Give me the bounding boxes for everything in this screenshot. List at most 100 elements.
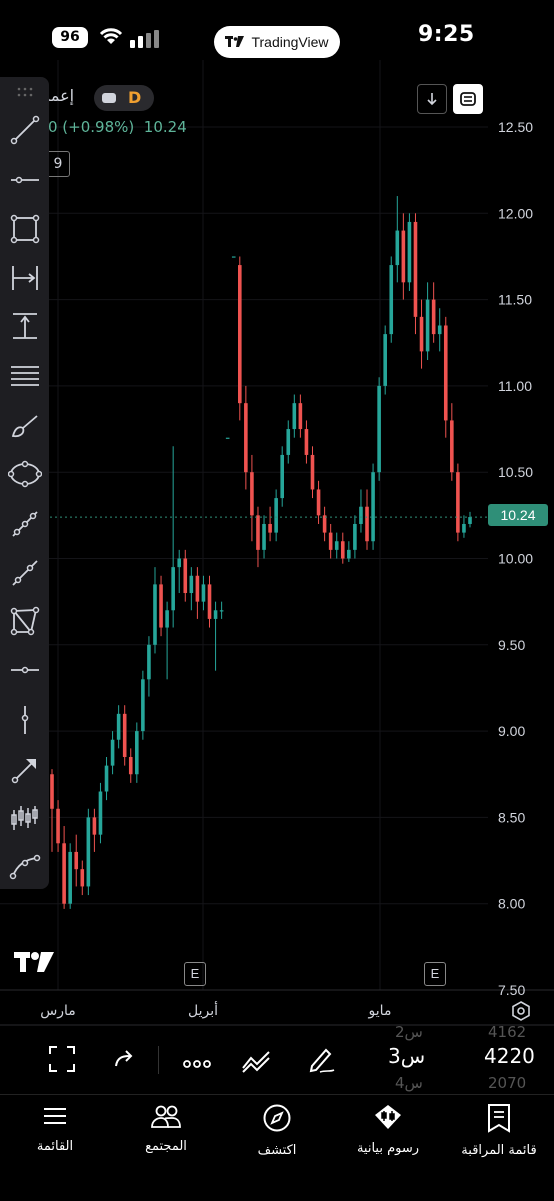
candle-body: [141, 679, 145, 732]
candle-body: [153, 584, 157, 645]
candle-body: [316, 489, 321, 516]
menu-icon: [44, 1108, 66, 1124]
price-tick-label: 9.00: [498, 723, 525, 739]
candle-body: [365, 506, 369, 542]
fullscreen-icon: [460, 92, 476, 106]
candle-body: [244, 403, 248, 473]
candle-body: [128, 756, 133, 775]
price-range-icon[interactable]: [6, 307, 44, 345]
earnings-marker[interactable]: E: [424, 962, 446, 986]
screenshot-button[interactable]: [48, 1045, 76, 1077]
date-range-icon[interactable]: [6, 259, 44, 297]
price-tick-label: 11.00: [498, 378, 532, 394]
candle-body: [189, 575, 194, 594]
date-tick-label: مارس: [40, 1003, 76, 1019]
candle-body: [274, 498, 278, 533]
fullscreen-button[interactable]: [453, 84, 483, 114]
price-tick-label: 7.50: [498, 982, 525, 998]
price-value: 10.24: [143, 118, 187, 136]
scroll-to-latest-button[interactable]: [417, 84, 447, 114]
price-tick-label: 8.50: [498, 809, 525, 825]
more-options-button[interactable]: [182, 1054, 212, 1073]
candle-body: [468, 517, 472, 524]
price-tick-label: 8.00: [498, 896, 525, 912]
candle-body: [116, 713, 121, 740]
candle-body: [304, 429, 309, 455]
change-value: 0 (+0.98%): [48, 118, 135, 136]
candle-body: [419, 316, 424, 352]
candle-body: [80, 869, 85, 887]
candle-body: [377, 385, 381, 473]
nav-menu[interactable]: القائمة: [0, 1103, 110, 1154]
candle-body: [74, 851, 79, 870]
candle-body: [443, 325, 448, 421]
candle-body: [195, 575, 200, 602]
trend-line-icon[interactable]: [6, 111, 44, 149]
parallel-lines-icon[interactable]: [6, 357, 44, 395]
candle-body: [437, 325, 442, 335]
path-icon[interactable]: [6, 505, 44, 543]
candle-body: [225, 437, 230, 439]
nav-watchlist[interactable]: قائمة المراقبة: [444, 1103, 554, 1158]
drawing-tools-button[interactable]: [306, 1044, 336, 1078]
arrow-icon[interactable]: [6, 751, 44, 789]
nav-explore[interactable]: اكتشف: [222, 1103, 332, 1158]
chart-action-bar: 2س 4162 3س 4220 4س 2070: [0, 1023, 554, 1092]
vertical-line-icon[interactable]: [6, 701, 44, 739]
rectangle-icon[interactable]: [6, 210, 44, 248]
interval-option-faded[interactable]: 2س: [395, 1023, 423, 1041]
brush-icon[interactable]: [6, 407, 44, 445]
ray-icon[interactable]: [6, 554, 44, 592]
candle-body: [201, 584, 206, 602]
bars-pattern-icon[interactable]: [6, 799, 44, 837]
candle-body: [322, 515, 327, 533]
nav-community[interactable]: المجتمع: [111, 1103, 221, 1154]
nav-label: المجتمع: [145, 1139, 187, 1154]
legend-collapse-box[interactable]: 9: [46, 151, 70, 177]
nav-label: رسوم بيانية: [356, 1141, 420, 1156]
interval-option-faded[interactable]: 4س: [395, 1074, 423, 1092]
candle-body: [135, 731, 139, 775]
candle-body: [280, 454, 285, 499]
compass-icon: [263, 1104, 291, 1132]
earnings-marker[interactable]: E: [184, 962, 206, 986]
polygon-icon[interactable]: [6, 602, 44, 640]
candle-body: [407, 221, 412, 283]
candle-body: [159, 584, 163, 628]
curve-icon[interactable]: [6, 847, 44, 885]
indicators-button[interactable]: [240, 1046, 274, 1078]
candle-body: [340, 541, 345, 559]
share-button[interactable]: [112, 1048, 136, 1074]
candle-body: [104, 765, 109, 792]
nav-charts[interactable]: رسوم بيانية: [333, 1103, 443, 1156]
nav-label: اكتشف: [257, 1143, 297, 1158]
candle-body: [328, 532, 333, 550]
candle-body: [450, 420, 454, 473]
last-price-label: 10.24: [488, 504, 548, 526]
candle-body: [92, 817, 97, 835]
candle-body: [98, 791, 103, 835]
candle-body: [353, 523, 357, 550]
ellipse-icon[interactable]: [6, 455, 44, 493]
candle-body: [298, 403, 303, 430]
interval-selector[interactable]: 3س: [388, 1044, 425, 1068]
indicators-icon: [242, 1051, 270, 1073]
candle-body: [256, 515, 260, 550]
price-tick-label: 11.50: [498, 292, 532, 308]
price-chart[interactable]: 12.50 12.00 11.50 11.00 10.50 10.00 9.50 9.00 8.…: [0, 0, 554, 1030]
drag-handle-icon[interactable]: [16, 83, 34, 97]
divider: [158, 1046, 159, 1074]
candle-body: [401, 230, 406, 283]
candle-body: [462, 523, 466, 533]
candle-body: [122, 713, 127, 757]
candle-body: [183, 558, 188, 594]
price-tick-label: 10.50: [498, 464, 533, 480]
symbol-status-pill[interactable]: [94, 85, 154, 111]
horizontal-ray-icon[interactable]: [6, 651, 44, 689]
interval-count-faded: 4162: [488, 1023, 527, 1041]
nav-label: قائمة المراقبة: [461, 1143, 537, 1158]
horizontal-line-icon[interactable]: [6, 161, 44, 199]
candle-body: [425, 299, 430, 352]
symbol-name[interactable]: إعما: [46, 86, 74, 105]
crop-frame-icon: [49, 1046, 75, 1072]
